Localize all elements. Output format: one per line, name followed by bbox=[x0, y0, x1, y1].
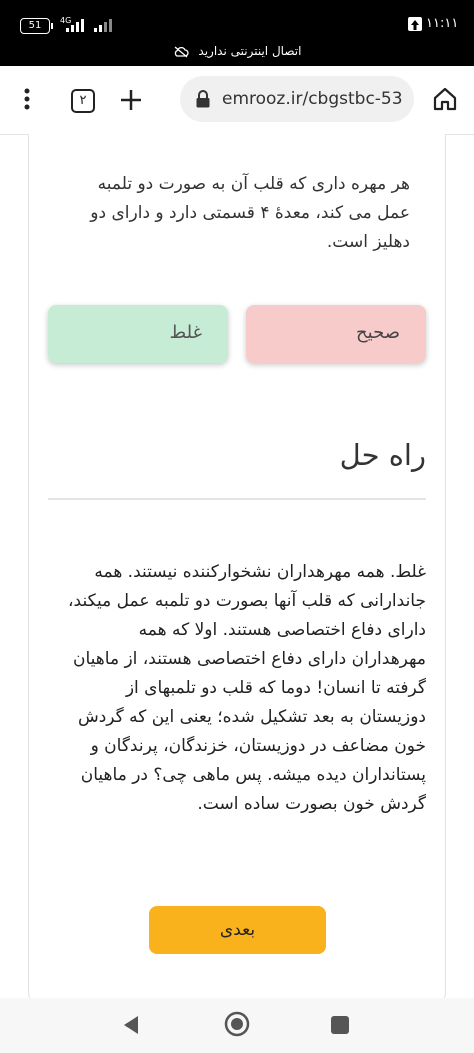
new-tab-icon[interactable] bbox=[120, 89, 142, 111]
offline-message: اتصال اینترنتی ندارید bbox=[198, 44, 302, 58]
upload-arrow-icon bbox=[408, 17, 422, 31]
solution-heading: راه حل bbox=[339, 438, 426, 472]
false-answer-label: غلط bbox=[169, 322, 202, 343]
clock: ۱۱:۱۱ bbox=[426, 16, 459, 31]
recent-apps-icon[interactable] bbox=[330, 1015, 350, 1035]
back-icon[interactable] bbox=[120, 1014, 142, 1036]
question-text: هر مهره داری که قلب آن به صورت دو تلمبه … bbox=[90, 174, 410, 252]
home-icon[interactable] bbox=[432, 86, 458, 112]
signal-strength-icon-2 bbox=[94, 19, 112, 32]
home-nav-icon[interactable] bbox=[224, 1011, 250, 1037]
solution-text: غلط. همه مهرهداران نشخوارکننده نیستند. ه… bbox=[68, 562, 426, 814]
false-answer-button[interactable]: غلط bbox=[48, 305, 228, 363]
url-text: emrooz.ir/cbgstbc-53 bbox=[222, 89, 403, 109]
battery-indicator: 51 bbox=[20, 18, 53, 34]
true-answer-label: صحیح bbox=[356, 322, 400, 343]
next-button[interactable]: بعدی bbox=[149, 906, 326, 954]
divider bbox=[48, 498, 426, 500]
offline-banner: اتصال اینترنتی ندارید bbox=[0, 44, 474, 58]
signal-strength-icon bbox=[66, 19, 84, 32]
status-bar: 51 4G ۱۱:۱۱ اتصال اینترنتی ندارید bbox=[0, 0, 474, 66]
address-bar[interactable]: emrooz.ir/cbgstbc-53 bbox=[180, 76, 414, 122]
tab-switcher-button[interactable]: ۲ bbox=[71, 89, 95, 113]
true-answer-button[interactable]: صحیح bbox=[246, 305, 426, 363]
lock-icon bbox=[196, 90, 210, 108]
cloud-off-icon bbox=[174, 46, 189, 57]
more-menu-icon[interactable] bbox=[24, 88, 30, 110]
